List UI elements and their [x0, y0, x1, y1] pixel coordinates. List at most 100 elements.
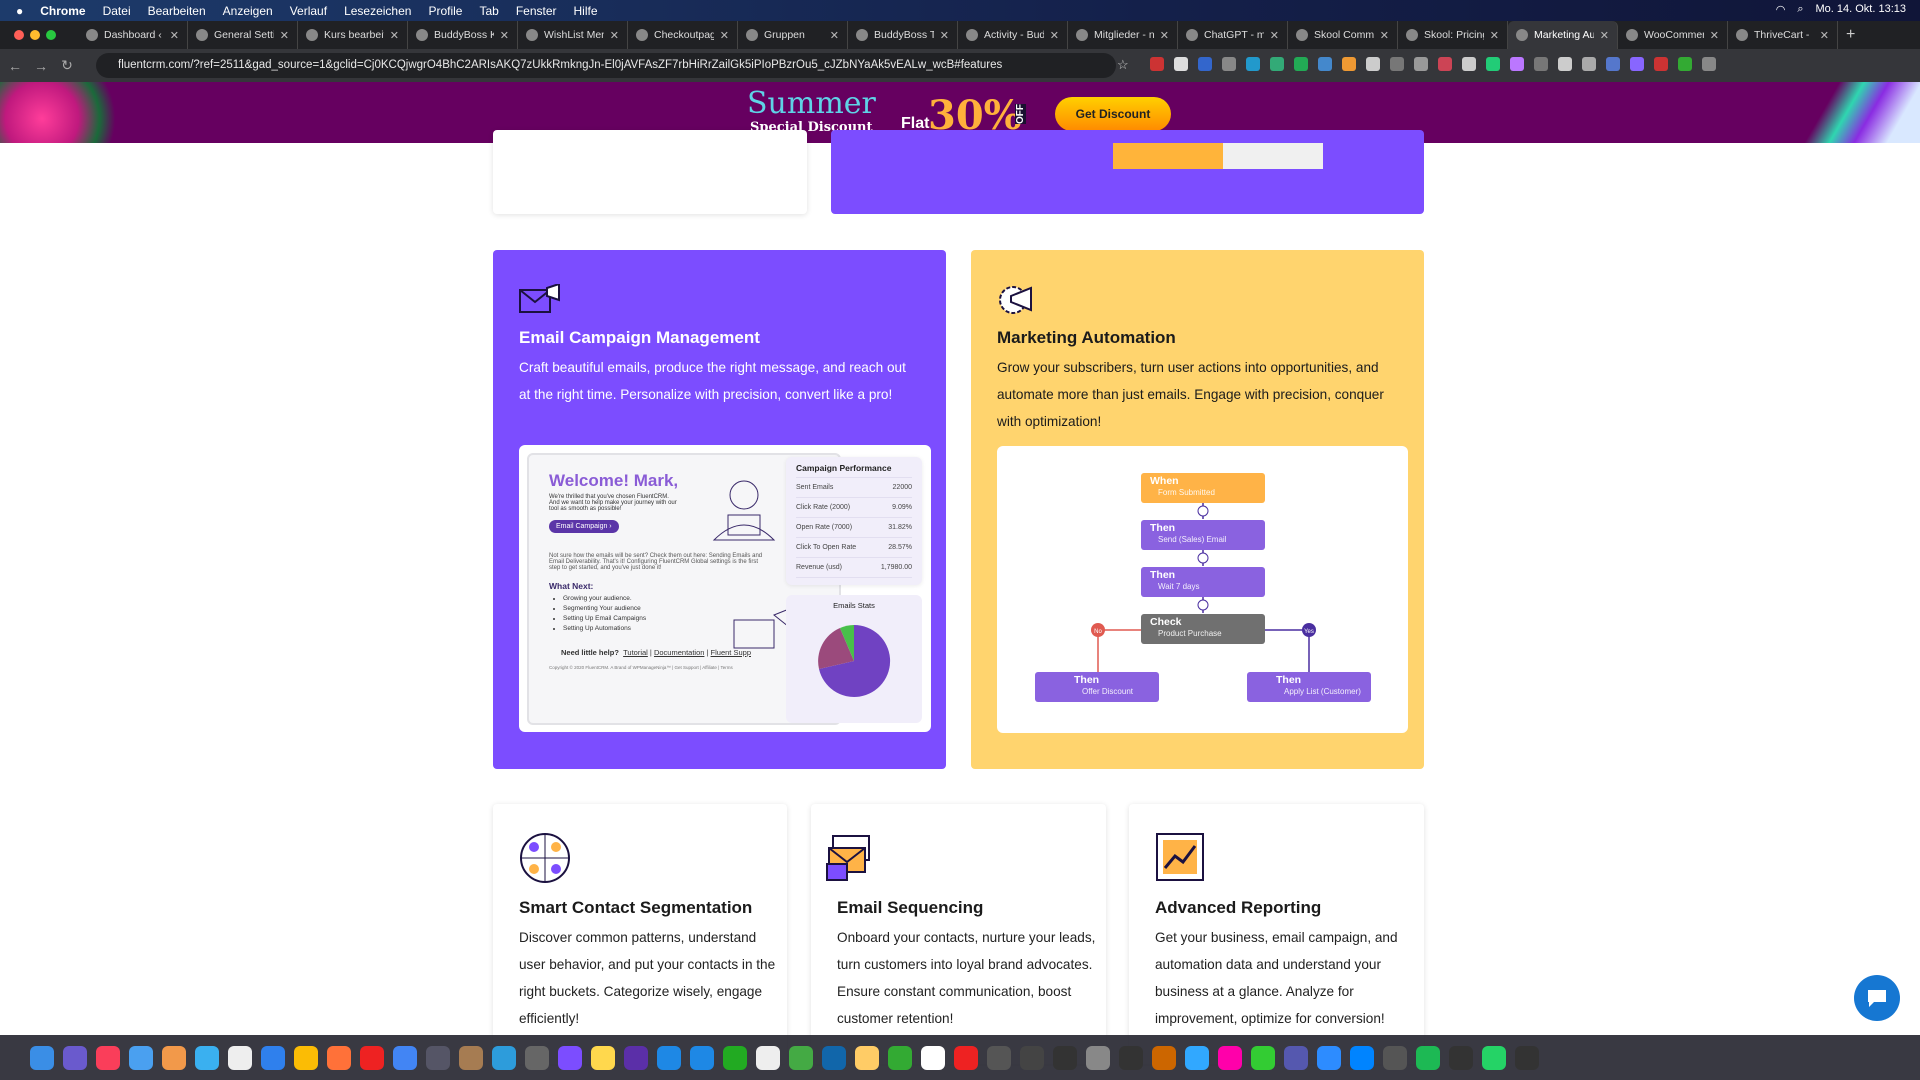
menu-fenster[interactable]: Fenster: [516, 4, 557, 18]
search-icon[interactable]: ⌕: [1797, 3, 1803, 16]
dock-app-icon[interactable]: [624, 1045, 648, 1070]
extension-icon[interactable]: [1486, 57, 1500, 71]
dock-app-icon[interactable]: [723, 1045, 747, 1070]
browser-tab[interactable]: Skool: Pricing ✕: [1398, 21, 1508, 49]
dock-app-icon[interactable]: [1317, 1045, 1341, 1070]
extension-icon[interactable]: [1606, 57, 1620, 71]
extension-icon[interactable]: [1582, 57, 1596, 71]
dock-app-icon[interactable]: [129, 1045, 153, 1070]
dock-app-icon[interactable]: [1416, 1045, 1440, 1070]
dock-app-icon[interactable]: [855, 1045, 879, 1070]
extension-icon[interactable]: [1558, 57, 1572, 71]
browser-tab[interactable]: WishList Men ✕: [518, 21, 628, 49]
dock-app-icon[interactable]: [459, 1045, 483, 1070]
dock-app-icon[interactable]: [1482, 1045, 1506, 1070]
extension-icon[interactable]: [1534, 57, 1548, 71]
browser-tab[interactable]: Mitglieder - n ✕: [1068, 21, 1178, 49]
close-tab-icon[interactable]: ✕: [170, 29, 179, 42]
new-tab-button[interactable]: +: [1846, 26, 1855, 44]
get-discount-button[interactable]: Get Discount: [1055, 97, 1171, 131]
extension-icon[interactable]: [1246, 57, 1260, 71]
close-tab-icon[interactable]: ✕: [1820, 29, 1829, 42]
dock-app-icon[interactable]: [1284, 1045, 1308, 1070]
dock-app-icon[interactable]: [360, 1045, 384, 1070]
dock-app-icon[interactable]: [1053, 1045, 1077, 1070]
maximize-window-button[interactable]: [46, 30, 56, 40]
menu-datei[interactable]: Datei: [103, 4, 131, 18]
dock-app-icon[interactable]: [30, 1045, 54, 1070]
dock-app-icon[interactable]: [558, 1045, 582, 1070]
dock-app-icon[interactable]: [525, 1045, 549, 1070]
extension-icon[interactable]: [1174, 57, 1188, 71]
menu-verlauf[interactable]: Verlauf: [290, 4, 327, 18]
dock-app-icon[interactable]: [1185, 1045, 1209, 1070]
clock-datetime[interactable]: Mo. 14. Okt. 13:13: [1816, 3, 1907, 16]
browser-tab[interactable]: Marketing Au ✕: [1508, 21, 1618, 49]
close-tab-icon[interactable]: ✕: [1380, 29, 1389, 42]
apple-icon[interactable]: ●: [16, 4, 23, 18]
dock-app-icon[interactable]: [921, 1045, 945, 1070]
dock-app-icon[interactable]: [789, 1045, 813, 1070]
close-tab-icon[interactable]: ✕: [610, 29, 619, 42]
reload-icon[interactable]: ↻: [56, 57, 78, 74]
close-tab-icon[interactable]: ✕: [1270, 29, 1279, 42]
dock-app-icon[interactable]: [987, 1045, 1011, 1070]
address-bar[interactable]: fluentcrm.com/?ref=2511&gad_source=1&gcl…: [96, 53, 1116, 78]
dock-app-icon[interactable]: [1449, 1045, 1473, 1070]
extension-icon[interactable]: [1414, 57, 1428, 71]
close-tab-icon[interactable]: ✕: [720, 29, 729, 42]
dock-app-icon[interactable]: [195, 1045, 219, 1070]
dock-app-icon[interactable]: [756, 1045, 780, 1070]
dock-app-icon[interactable]: [888, 1045, 912, 1070]
close-tab-icon[interactable]: ✕: [940, 29, 949, 42]
forward-icon[interactable]: →: [30, 58, 52, 74]
dock-app-icon[interactable]: [426, 1045, 450, 1070]
dock-app-icon[interactable]: [327, 1045, 351, 1070]
dock-app-icon[interactable]: [261, 1045, 285, 1070]
extension-icon[interactable]: [1678, 57, 1692, 71]
browser-tab[interactable]: ThriveCart - ✕: [1728, 21, 1838, 49]
extension-icon[interactable]: [1630, 57, 1644, 71]
extension-icon[interactable]: [1318, 57, 1332, 71]
close-tab-icon[interactable]: ✕: [500, 29, 509, 42]
documentation-link[interactable]: Documentation: [654, 648, 704, 657]
extension-icon[interactable]: [1270, 57, 1284, 71]
extension-icon[interactable]: [1654, 57, 1668, 71]
dock-app-icon[interactable]: [1086, 1045, 1110, 1070]
extension-icon[interactable]: [1438, 57, 1452, 71]
extension-icon[interactable]: [1342, 57, 1356, 71]
browser-tab[interactable]: Skool Comm ✕: [1288, 21, 1398, 49]
dock-app-icon[interactable]: [96, 1045, 120, 1070]
close-tab-icon[interactable]: ✕: [1600, 29, 1609, 42]
close-tab-icon[interactable]: ✕: [1710, 29, 1719, 42]
dock-app-icon[interactable]: [1383, 1045, 1407, 1070]
extension-icon[interactable]: [1198, 57, 1212, 71]
dock-app-icon[interactable]: [393, 1045, 417, 1070]
bookmark-star-icon[interactable]: ☆: [1117, 57, 1129, 73]
dock-app-icon[interactable]: [228, 1045, 252, 1070]
menu-hilfe[interactable]: Hilfe: [574, 4, 598, 18]
menu-lesezeichen[interactable]: Lesezeichen: [344, 4, 411, 18]
browser-tab[interactable]: General Setti ✕: [188, 21, 298, 49]
browser-tab[interactable]: Kurs bearbeit ✕: [298, 21, 408, 49]
dock-app-icon[interactable]: [1020, 1045, 1044, 1070]
browser-tab[interactable]: BuddyBoss T ✕: [848, 21, 958, 49]
close-tab-icon[interactable]: ✕: [830, 29, 839, 42]
dock-app-icon[interactable]: [162, 1045, 186, 1070]
dock-app-icon[interactable]: [294, 1045, 318, 1070]
close-tab-icon[interactable]: ✕: [1050, 29, 1059, 42]
dock-app-icon[interactable]: [1251, 1045, 1275, 1070]
extension-icon[interactable]: [1366, 57, 1380, 71]
browser-tab[interactable]: BuddyBoss K ✕: [408, 21, 518, 49]
menu-profile[interactable]: Profile: [428, 4, 462, 18]
close-tab-icon[interactable]: ✕: [280, 29, 289, 42]
dock-app-icon[interactable]: [1515, 1045, 1539, 1070]
menu-bearbeiten[interactable]: Bearbeiten: [148, 4, 206, 18]
dock-app-icon[interactable]: [954, 1045, 978, 1070]
browser-tab[interactable]: ChatGPT - m ✕: [1178, 21, 1288, 49]
back-icon[interactable]: ←: [4, 58, 26, 74]
menu-tab[interactable]: Tab: [479, 4, 498, 18]
close-tab-icon[interactable]: ✕: [1160, 29, 1169, 42]
browser-tab[interactable]: Gruppen ✕: [738, 21, 848, 49]
dock-app-icon[interactable]: [1350, 1045, 1374, 1070]
